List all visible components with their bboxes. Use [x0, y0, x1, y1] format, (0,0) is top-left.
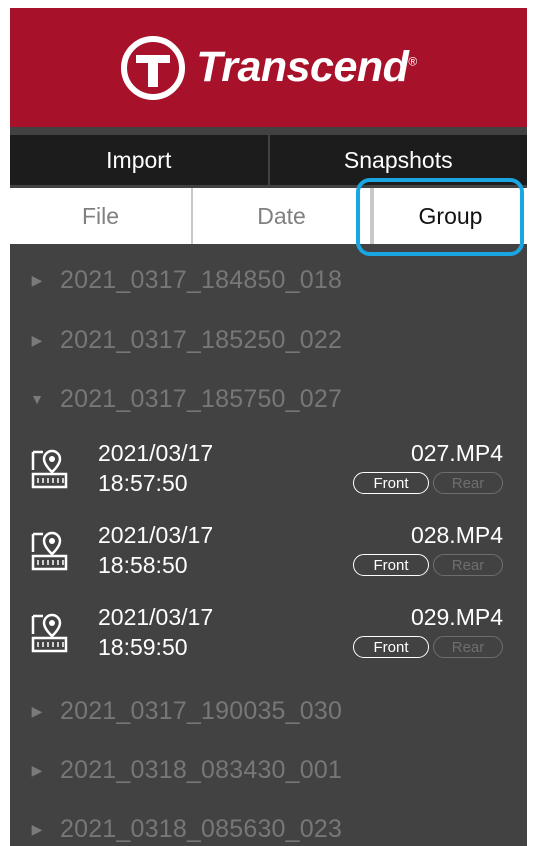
camera-pills: Front Rear: [353, 554, 503, 576]
front-camera-button[interactable]: Front: [353, 554, 429, 576]
group-row[interactable]: ▶ 2021_0317_184850_018: [10, 260, 527, 300]
triangle-right-icon: ▶: [31, 271, 43, 288]
sort-tab-file[interactable]: File: [10, 188, 193, 244]
group-row[interactable]: ▶ 2021_0317_190035_030: [10, 691, 527, 731]
transcend-logo: Transcend®: [120, 35, 417, 101]
group-row-expanded[interactable]: ▼ 2021_0317_185750_027: [10, 379, 527, 419]
file-datetime: 2021/03/17 18:58:50: [98, 522, 214, 578]
brand-header: Transcend®: [10, 8, 527, 127]
file-datetime: 2021/03/17 18:59:50: [98, 604, 214, 660]
file-name: 029.MP4: [410, 604, 503, 630]
group-name: 2021_0318_085630_023: [60, 814, 343, 843]
rear-camera-button[interactable]: Rear: [433, 472, 503, 494]
group-name: 2021_0317_190035_030: [60, 696, 343, 725]
rear-camera-button[interactable]: Rear: [433, 554, 503, 576]
tab-import[interactable]: Import: [10, 135, 270, 185]
group-name: 2021_0318_083430_001: [60, 755, 343, 784]
dashcam-viewer-panel: Transcend® Import Snapshots File Date Gr…: [10, 8, 527, 846]
video-location-icon: [31, 613, 68, 653]
group-name: 2021_0317_185250_022: [60, 325, 343, 354]
triangle-down-icon: ▼: [30, 391, 44, 407]
group-name: 2021_0317_185750_027: [60, 384, 343, 413]
group-row[interactable]: ▶ 2021_0318_083430_001: [10, 750, 527, 790]
triangle-right-icon: ▶: [31, 331, 43, 348]
file-name: 027.MP4: [410, 440, 503, 466]
sort-tabs: File Date Group: [10, 188, 527, 244]
group-name: 2021_0317_184850_018: [60, 265, 343, 294]
file-row[interactable]: 2021/03/17 18:57:50 027.MP4 Front Rear: [10, 438, 527, 506]
brand-name: Transcend®: [196, 43, 417, 91]
front-camera-button[interactable]: Front: [353, 472, 429, 494]
video-location-icon: [31, 449, 68, 489]
view-tabs: Import Snapshots: [10, 135, 527, 185]
file-row[interactable]: 2021/03/17 18:58:50 028.MP4 Front Rear: [10, 520, 527, 588]
file-row[interactable]: 2021/03/17 18:59:50 029.MP4 Front Rear: [10, 602, 527, 670]
group-row[interactable]: ▶ 2021_0317_185250_022: [10, 320, 527, 360]
rear-camera-button[interactable]: Rear: [433, 636, 503, 658]
camera-pills: Front Rear: [353, 472, 503, 494]
camera-pills: Front Rear: [353, 636, 503, 658]
file-datetime: 2021/03/17 18:57:50: [98, 440, 214, 496]
triangle-right-icon: ▶: [31, 702, 43, 719]
triangle-right-icon: ▶: [31, 761, 43, 778]
transcend-logo-mark-icon: [121, 35, 186, 100]
file-name: 028.MP4: [410, 522, 503, 548]
front-camera-button[interactable]: Front: [353, 636, 429, 658]
tab-snapshots[interactable]: Snapshots: [270, 135, 528, 185]
video-location-icon: [31, 531, 68, 571]
triangle-right-icon: ▶: [31, 820, 43, 837]
sort-tab-date[interactable]: Date: [193, 188, 372, 244]
sort-tab-group[interactable]: Group: [372, 188, 527, 244]
group-row[interactable]: ▶ 2021_0318_085630_023: [10, 809, 527, 846]
